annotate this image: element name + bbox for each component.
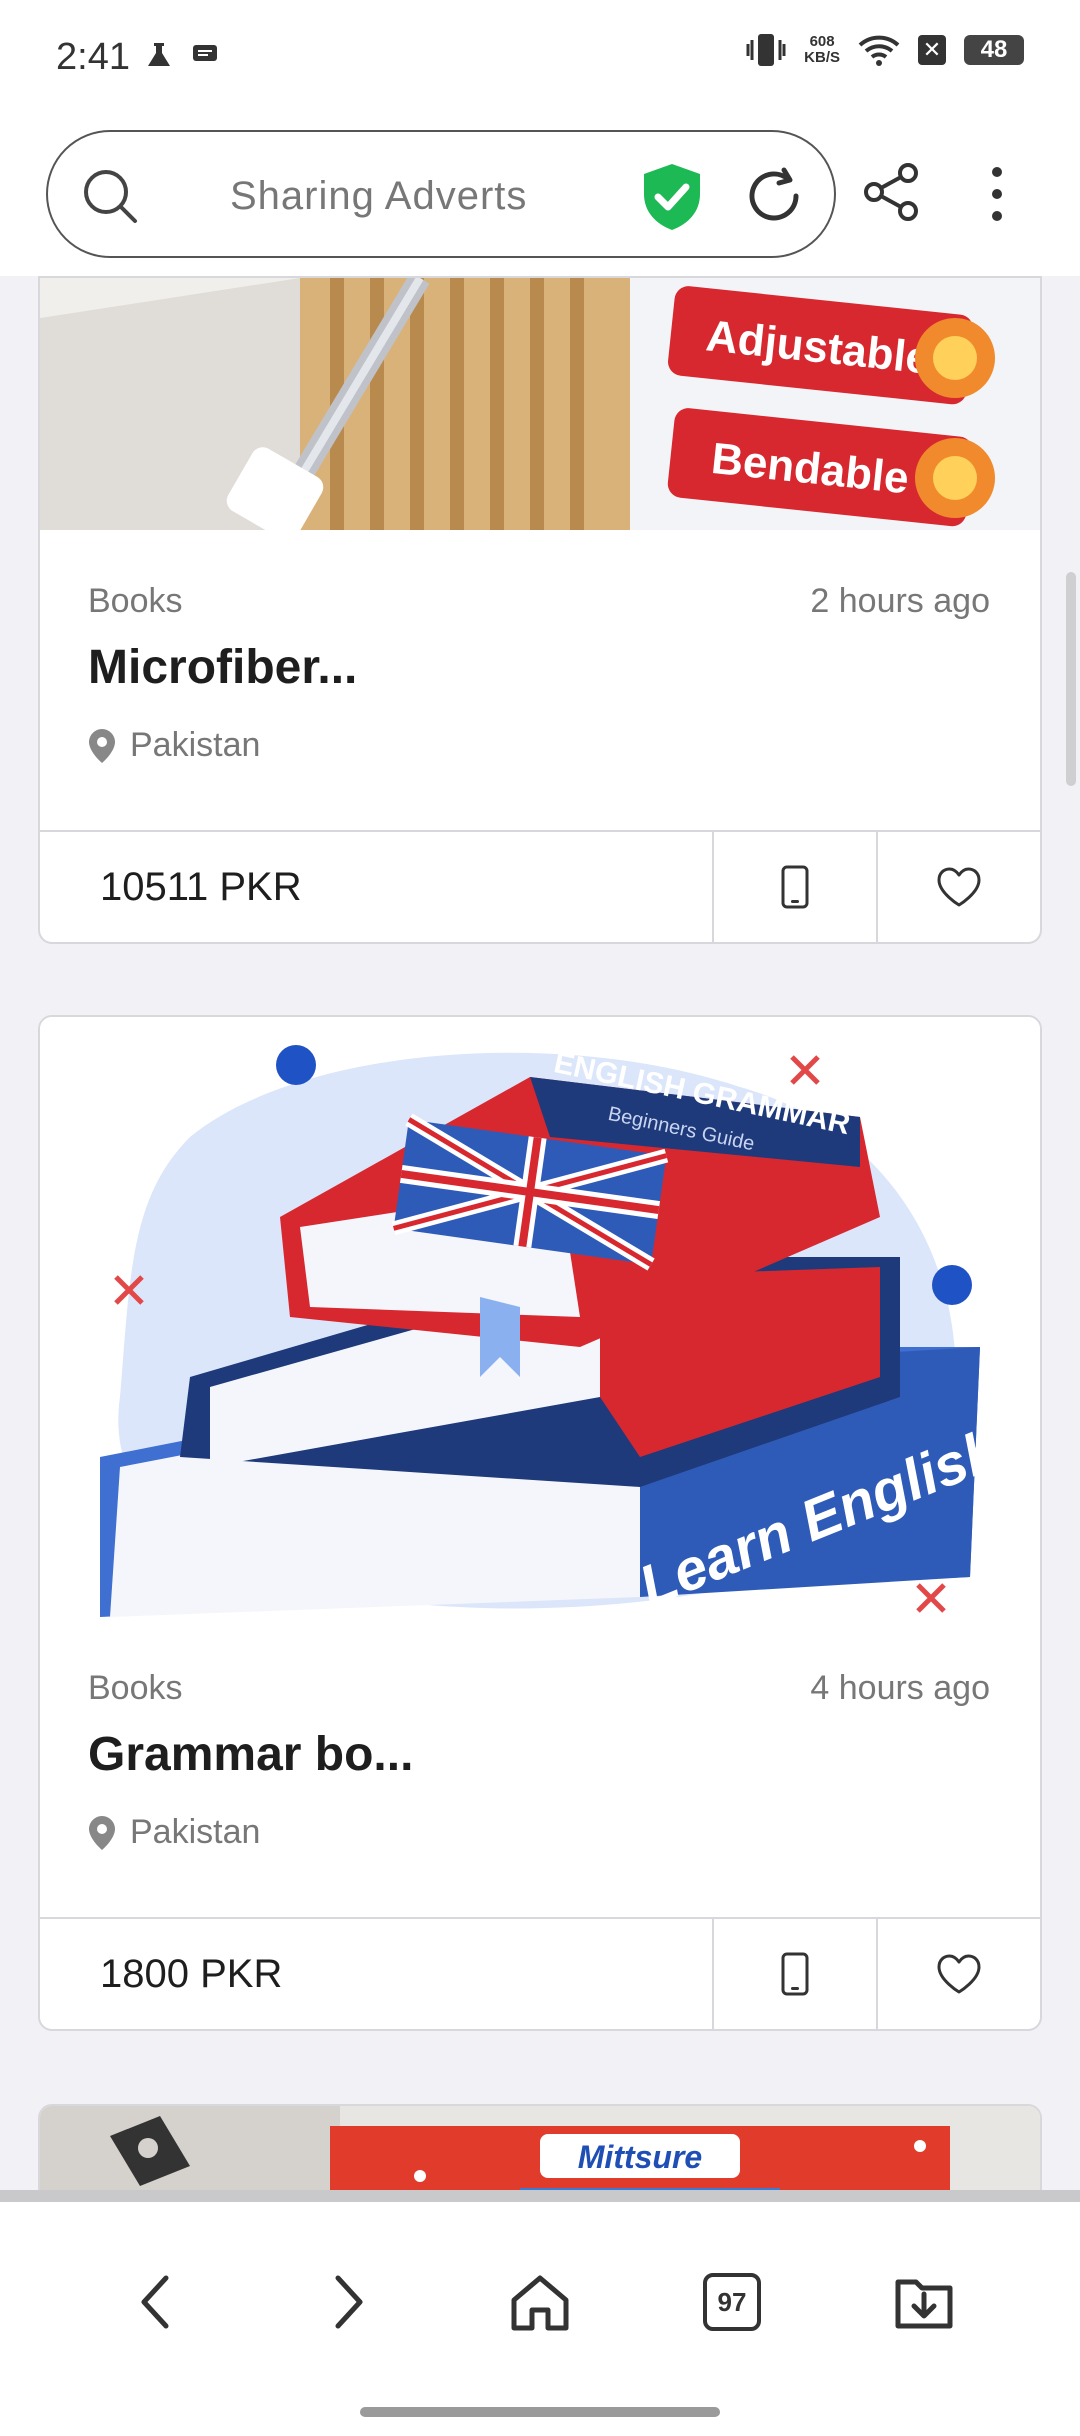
chevron-left-icon (141, 2275, 169, 2329)
back-button[interactable] (116, 2262, 196, 2342)
status-right-icons: 608 KB/S ✕ 48 (746, 32, 1024, 68)
listing-meta: Books 2 hours ago Microfiber... Pakistan (40, 530, 1040, 830)
favorite-button[interactable] (876, 1919, 1040, 2029)
home-button[interactable] (500, 2262, 580, 2342)
scrollbar[interactable] (1066, 572, 1076, 786)
image-brand-text: Mittsure (578, 2139, 702, 2175)
address-text[interactable]: Sharing Adverts (230, 174, 527, 219)
browser-top-bar: Sharing Adverts (0, 118, 1080, 276)
downloads-button[interactable] (884, 2262, 964, 2342)
phone-icon (781, 865, 809, 909)
favorite-button[interactable] (876, 832, 1040, 942)
phone-icon (781, 1952, 809, 1996)
vibrate-icon (746, 34, 786, 66)
listing-image[interactable]: Adjustable Bendable (40, 278, 1040, 530)
tabs-button[interactable]: 97 (692, 2262, 772, 2342)
listing-image[interactable]: Learn English ENGLISH GRAMMAR Beginners … (40, 1017, 1040, 1617)
listing-title[interactable]: Microfiber... (88, 640, 357, 695)
listing-time: 2 hours ago (810, 582, 990, 620)
location-text: Pakistan (130, 726, 261, 764)
more-options-icon[interactable] (980, 164, 1014, 224)
listing-card[interactable]: Learn English ENGLISH GRAMMAR Beginners … (38, 1015, 1042, 2031)
listing-category: Books (88, 582, 183, 620)
location-pin-icon (89, 1815, 115, 1850)
status-bar: 2:41 608 KB/S ✕ 48 (0, 0, 1080, 118)
flask-icon (148, 43, 170, 66)
battery-indicator: 48 (964, 35, 1024, 65)
location-text: Pakistan (130, 1813, 261, 1851)
no-sim-icon: ✕ (918, 35, 946, 65)
heart-icon (937, 867, 981, 907)
bottom-divider (0, 2190, 1080, 2202)
listing-title[interactable]: Grammar bo... (88, 1727, 413, 1782)
listing-meta: Books 4 hours ago Grammar bo... Pakistan (40, 1617, 1040, 1917)
status-time: 2:41 (56, 36, 130, 78)
listing-time: 4 hours ago (810, 1669, 990, 1707)
shield-check-icon[interactable] (640, 162, 704, 232)
heart-icon (937, 1954, 981, 1994)
address-bar[interactable]: Sharing Adverts (46, 130, 836, 258)
tab-count: 97 (703, 2273, 761, 2331)
listing-card[interactable]: Adjustable Bendable Books 2 hours ago Mi… (38, 276, 1042, 944)
grammar-books-image: Learn English ENGLISH GRAMMAR Beginners … (40, 1017, 1040, 1617)
home-indicator[interactable] (360, 2407, 720, 2417)
share-icon[interactable] (862, 162, 922, 222)
listing-price: 10511 PKR (100, 864, 302, 909)
listing-footer: 1800 PKR (40, 1917, 1040, 2029)
location-pin-icon (89, 728, 115, 763)
wifi-icon (858, 35, 900, 66)
search-icon[interactable] (80, 166, 140, 226)
listing-location: Pakistan (88, 726, 260, 765)
bottom-navigation: 97 (0, 2202, 1080, 2436)
forward-button[interactable] (308, 2262, 388, 2342)
call-button[interactable] (712, 832, 876, 942)
call-button[interactable] (712, 1919, 876, 2029)
reload-icon[interactable] (742, 164, 806, 228)
download-folder-icon (895, 2279, 953, 2329)
listing-category: Books (88, 1669, 183, 1707)
listing-footer: 10511 PKR (40, 830, 1040, 942)
listing-location: Pakistan (88, 1813, 260, 1852)
listing-price: 1800 PKR (100, 1951, 283, 1996)
chevron-right-icon (335, 2275, 363, 2329)
status-left-icons (144, 40, 218, 70)
message-icon (193, 45, 217, 61)
home-icon (511, 2275, 569, 2331)
mop-product-image: Adjustable Bendable (40, 278, 1040, 530)
net-speed: 608 KB/S (804, 33, 840, 66)
